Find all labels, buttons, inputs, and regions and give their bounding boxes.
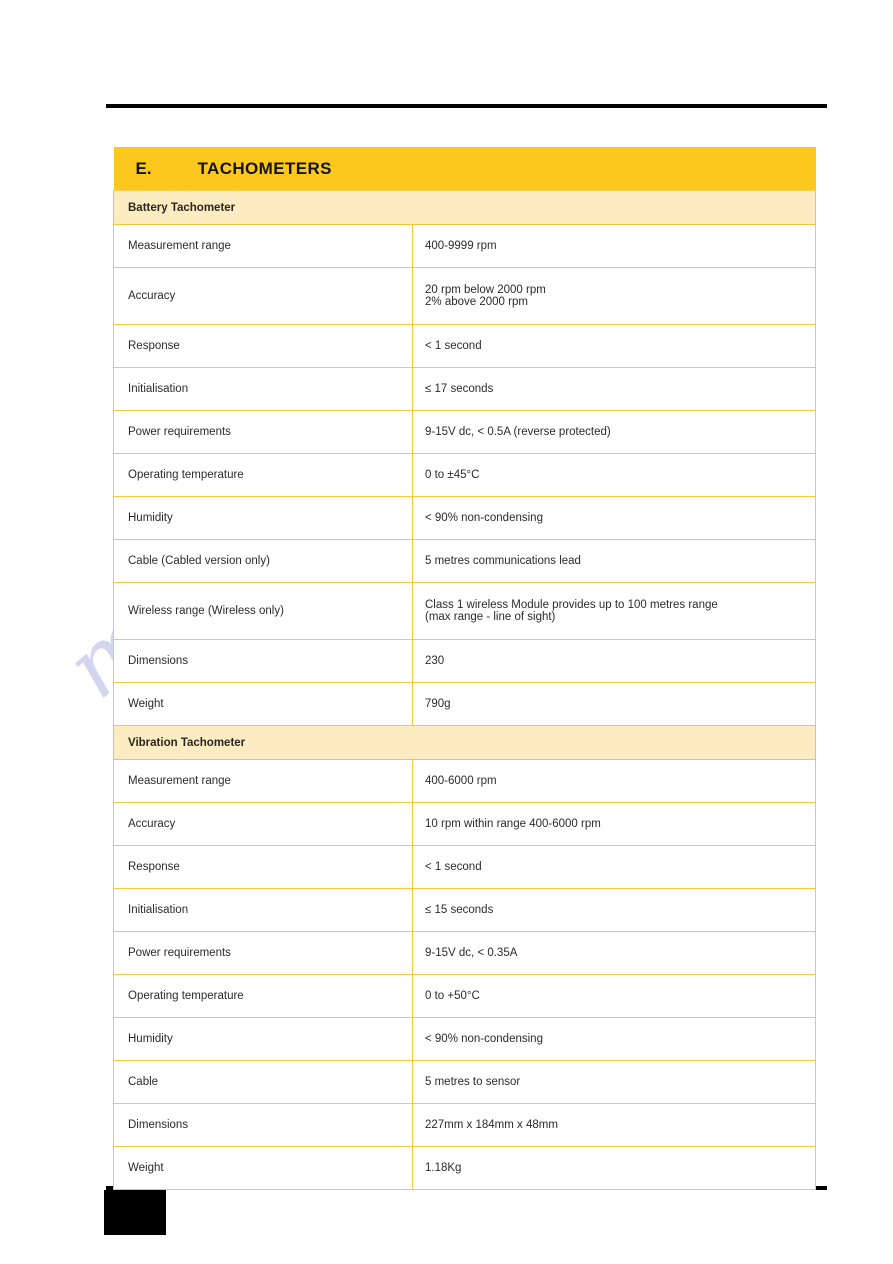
spec-value: < 1 second <box>411 324 817 368</box>
table-row: Weight 1.18Kg <box>113 1146 817 1190</box>
spec-label: Initialisation <box>113 367 413 411</box>
section-title: TACHOMETERS <box>197 158 332 178</box>
spec-value-line: < 1 second <box>425 861 482 873</box>
table-row: Humidity < 90% non-condensing <box>113 1017 817 1061</box>
spec-label: Measurement range <box>113 224 413 268</box>
subsection-header-row: Battery Tachometer <box>112 190 817 225</box>
spec-label: Weight <box>113 1146 413 1190</box>
table-row: Humidity < 90% non-condensing <box>113 496 817 540</box>
spec-value: 10 rpm within range 400-6000 rpm <box>411 802 817 846</box>
spec-label: Accuracy <box>113 802 413 846</box>
spec-value-line: 400-6000 rpm <box>425 775 497 787</box>
spec-value: ≤ 15 seconds <box>411 888 817 932</box>
spec-label: Operating temperature <box>113 974 413 1018</box>
spec-value: 20 rpm below 2000 rpm 2% above 2000 rpm <box>411 267 817 325</box>
spec-value-line: 0 to +50°C <box>425 990 480 1002</box>
spec-value-line: 1.18Kg <box>425 1162 462 1174</box>
table-row: Measurement range 400-9999 rpm <box>113 224 817 268</box>
spec-value: 1.18Kg <box>411 1146 817 1190</box>
spec-value: 9-15V dc, < 0.35A <box>411 931 817 975</box>
spec-value-line: 9-15V dc, < 0.5A (reverse protected) <box>425 426 611 438</box>
spec-value: < 90% non-condensing <box>411 496 817 540</box>
table-row: Cable (Cabled version only) 5 metres comm… <box>113 539 817 583</box>
spec-label: Response <box>113 845 413 889</box>
section-letter: E. <box>135 158 152 178</box>
table-row: Initialisation ≤ 17 seconds <box>113 367 817 411</box>
spec-value-line: < 1 second <box>425 340 482 352</box>
spec-label: Measurement range <box>113 759 413 803</box>
table-row: Response < 1 second <box>113 324 817 368</box>
spec-value: 227mm x 184mm x 48mm <box>411 1103 817 1147</box>
spec-label: Cable <box>113 1060 413 1104</box>
table-row: Operating temperature 0 to +50°C <box>113 974 817 1018</box>
section-header-cell: E. TACHOMETERS <box>113 147 816 191</box>
spec-label: Dimensions <box>113 639 413 683</box>
spec-value: 5 metres communications lead <box>411 539 817 583</box>
spec-value-line: Class 1 wireless Module provides up to 1… <box>425 599 718 611</box>
spec-value: 0 to +50°C <box>411 974 817 1018</box>
subsection-heading: Vibration Tachometer <box>112 725 817 760</box>
spec-value-line-2: 2% above 2000 rpm <box>425 296 528 308</box>
spec-value-line: ≤ 15 seconds <box>425 904 494 916</box>
table-row: Accuracy 20 rpm below 2000 rpm 2% above 20… <box>113 267 817 325</box>
spec-value: 790g <box>411 682 817 726</box>
spec-value: 230 <box>411 639 817 683</box>
spec-value: 9-15V dc, < 0.5A (reverse protected) <box>411 410 817 454</box>
spec-value: 0 to ±45°C <box>411 453 817 497</box>
spec-value-line: ≤ 17 seconds <box>425 383 494 395</box>
header-rule <box>106 104 827 108</box>
spec-label: Response <box>113 324 413 368</box>
spec-value: 5 metres to sensor <box>411 1060 817 1104</box>
spec-value-line: 0 to ±45°C <box>425 469 480 481</box>
spec-value-line: < 90% non-condensing <box>425 512 543 524</box>
spec-label: Humidity <box>113 496 413 540</box>
spec-label: Weight <box>113 682 413 726</box>
specifications-table-container: E. TACHOMETERS Battery Tachometer Measureme… <box>112 147 817 1190</box>
spec-value: ≤ 17 seconds <box>411 367 817 411</box>
spec-value-line: 790g <box>425 698 451 710</box>
spec-value: < 1 second <box>411 845 817 889</box>
spec-value-line: 10 rpm within range 400-6000 rpm <box>425 818 601 830</box>
spec-value-line: 5 metres communications lead <box>425 555 581 567</box>
spec-value-line: 20 rpm below 2000 rpm <box>425 284 546 296</box>
spec-value-line: 227mm x 184mm x 48mm <box>425 1119 558 1131</box>
table-row: Measurement range 400-6000 rpm <box>113 759 817 803</box>
table-row: Dimensions 227mm x 184mm x 48mm <box>113 1103 817 1147</box>
spec-label: Power requirements <box>113 931 413 975</box>
spec-value: Class 1 wireless Module provides up to 1… <box>411 582 817 640</box>
table-row: Weight 790g <box>113 682 817 726</box>
table-row: Operating temperature 0 to ±45°C <box>113 453 817 497</box>
spec-value-line-2: (max range - line of sight) <box>425 611 556 623</box>
spec-value: < 90% non-condensing <box>411 1017 817 1061</box>
spec-value-line: 230 <box>425 655 445 667</box>
section-header-row: E. TACHOMETERS <box>113 147 816 191</box>
spec-label: Cable (Cabled version only) <box>113 539 413 583</box>
spec-label: Initialisation <box>113 888 413 932</box>
table-row: Accuracy 10 rpm within range 400-6000 rpm <box>113 802 817 846</box>
spec-value-line: 9-15V dc, < 0.35A <box>425 947 518 959</box>
table-row: Dimensions 230 <box>113 639 817 683</box>
table-row: Initialisation ≤ 15 seconds <box>113 888 817 932</box>
spec-value-line: 5 metres to sensor <box>425 1076 521 1088</box>
subsection-header-row: Vibration Tachometer <box>112 725 817 760</box>
spec-label: Dimensions <box>113 1103 413 1147</box>
specifications-table: E. TACHOMETERS Battery Tachometer Measureme… <box>112 147 817 1190</box>
spec-value-line: < 90% non-condensing <box>425 1033 543 1045</box>
table-row: Response < 1 second <box>113 845 817 889</box>
table-row: Wireless range (Wireless only) Class 1 wi… <box>113 582 817 640</box>
spec-label: Wireless range (Wireless only) <box>113 582 413 640</box>
spec-label: Accuracy <box>113 267 413 325</box>
document-page: manualshive.com E.TACHOMETERSBattery Tac… <box>0 0 893 1264</box>
spec-value: 400-9999 rpm <box>411 224 817 268</box>
table-row: Power requirements 9-15V dc, < 0.5A (reve… <box>113 410 817 454</box>
subsection-heading: Battery Tachometer <box>112 190 817 225</box>
spec-label: Humidity <box>113 1017 413 1061</box>
spec-label: Power requirements <box>113 410 413 454</box>
footer-page-block <box>104 1190 166 1235</box>
spec-label: Operating temperature <box>113 453 413 497</box>
spec-value: 400-6000 rpm <box>411 759 817 803</box>
table-row: Cable 5 metres to sensor <box>113 1060 817 1104</box>
spec-value-line: 400-9999 rpm <box>425 240 497 252</box>
table-row: Power requirements 9-15V dc, < 0.35A <box>113 931 817 975</box>
